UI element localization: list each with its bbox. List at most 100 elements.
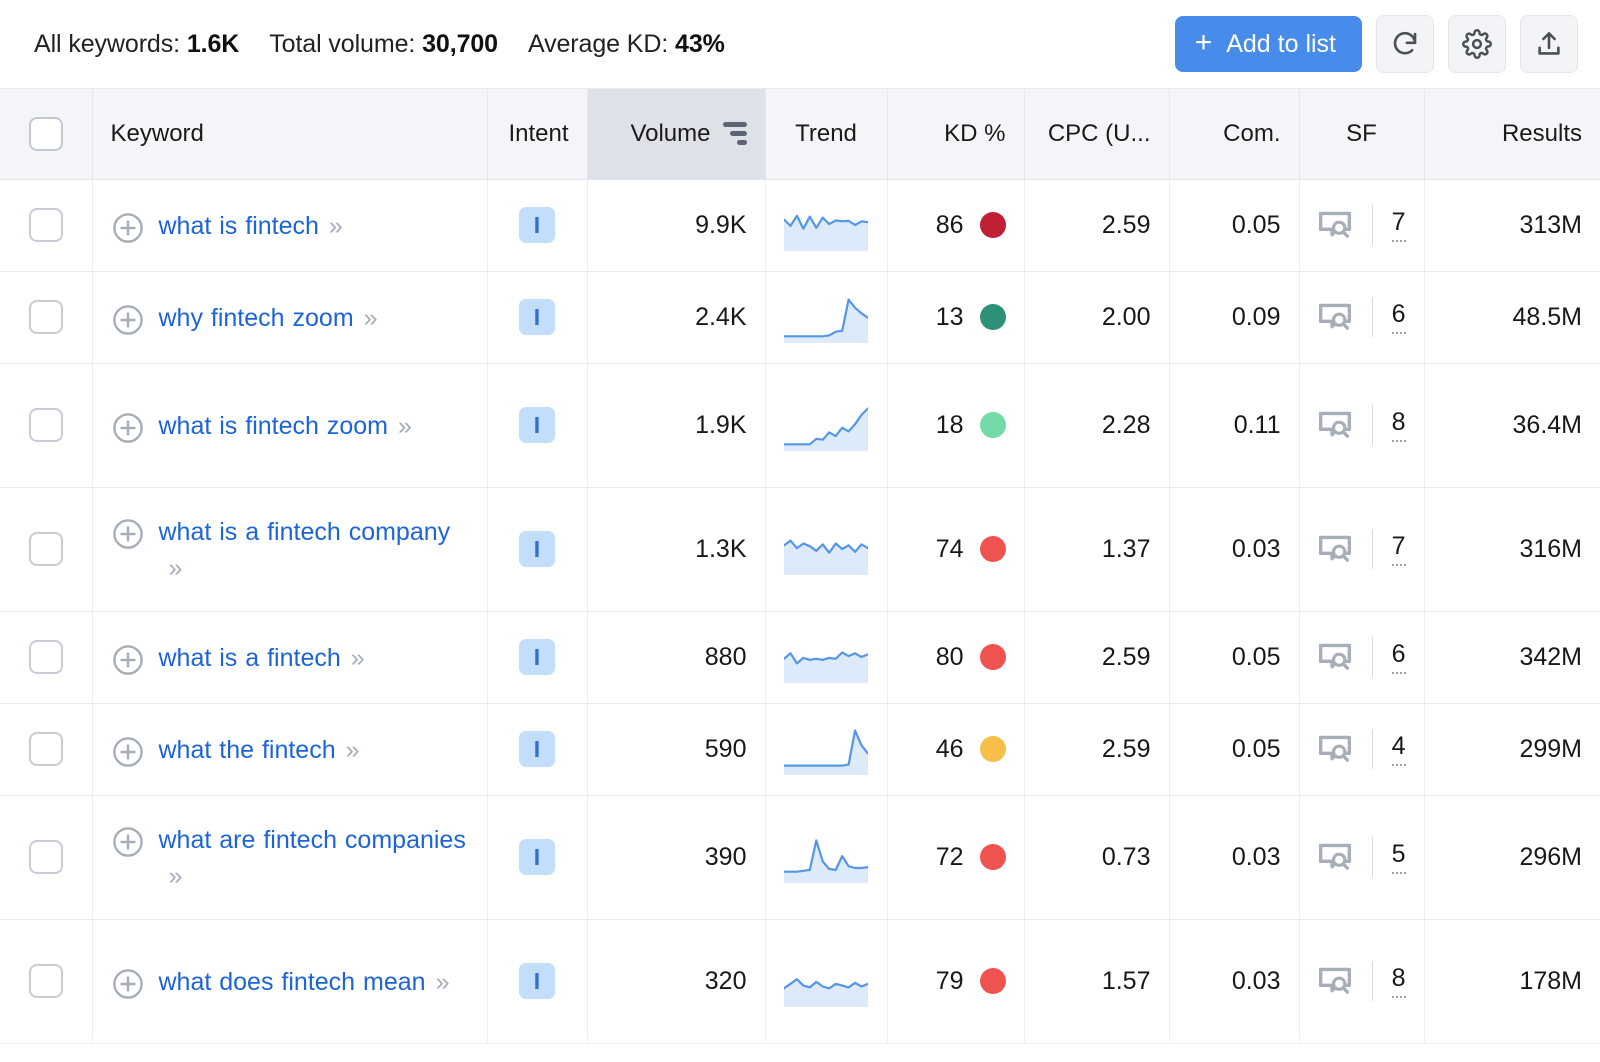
intent-badge[interactable]: I: [519, 963, 555, 999]
settings-button[interactable]: [1448, 15, 1506, 73]
add-keyword-icon[interactable]: [111, 643, 145, 677]
keyword-link[interactable]: what is a fintech company»: [159, 514, 469, 586]
intent-badge[interactable]: I: [519, 639, 555, 675]
keyword-expand-icon[interactable]: »: [329, 208, 343, 244]
summary-stats: All keywords: 1.6K Total volume: 30,700 …: [34, 30, 1175, 59]
table-row[interactable]: what is a fintech» I 880 80 2.59 0.05 6 342M: [0, 611, 1600, 704]
row-select-cell[interactable]: [0, 919, 93, 1044]
add-keyword-icon[interactable]: [111, 517, 145, 551]
sf-value[interactable]: 8: [1391, 408, 1406, 442]
intent-badge[interactable]: I: [519, 531, 555, 567]
column-header-cpc[interactable]: CPC (U...: [1024, 89, 1170, 180]
serp-features-icon[interactable]: [1318, 410, 1352, 440]
table-row[interactable]: why fintech zoom» I 2.4K 13 2.00 0.09 6 48.5M: [0, 271, 1600, 364]
keyword-expand-icon[interactable]: »: [346, 732, 360, 768]
keyword-cell: what is fintech»: [92, 179, 488, 272]
refresh-button[interactable]: [1376, 15, 1434, 73]
row-checkbox[interactable]: [28, 532, 63, 566]
intent-cell: I: [487, 487, 588, 612]
sf-value[interactable]: 4: [1391, 732, 1406, 766]
table-row[interactable]: what is fintech» I 9.9K 86 2.59 0.05 7 313M: [0, 179, 1600, 272]
serp-features-icon[interactable]: [1318, 642, 1352, 672]
row-checkbox[interactable]: [28, 964, 63, 998]
add-keyword-icon[interactable]: [111, 967, 145, 1001]
stat-total-volume-label: Total volume:: [269, 29, 416, 58]
row-select-cell[interactable]: [0, 611, 93, 704]
trend-cell: [765, 363, 888, 488]
row-select-cell[interactable]: [0, 487, 93, 612]
row-select-cell[interactable]: [0, 703, 93, 796]
table-body: what is fintech» I 9.9K 86 2.59 0.05 7 313M why …: [0, 179, 1600, 1044]
row-select-cell[interactable]: [0, 795, 93, 920]
serp-features-icon[interactable]: [1318, 210, 1352, 240]
column-header-intent[interactable]: Intent: [487, 89, 588, 180]
column-header-keyword[interactable]: Keyword: [92, 89, 488, 180]
keyword-link[interactable]: what is a fintech»: [159, 640, 365, 676]
row-checkbox[interactable]: [28, 208, 63, 242]
add-keyword-icon[interactable]: [111, 411, 145, 445]
keyword-expand-icon[interactable]: »: [364, 300, 378, 336]
column-header-volume[interactable]: Volume: [587, 89, 766, 180]
keywords-table-container[interactable]: Keyword Intent Volume Trend KD % CPC (U.…: [0, 88, 1600, 1062]
row-select-cell[interactable]: [0, 271, 93, 364]
keyword-expand-icon[interactable]: »: [169, 550, 183, 586]
keyword-expand-icon[interactable]: »: [436, 964, 450, 1000]
trend-sparkline: [784, 291, 869, 343]
column-header-trend[interactable]: Trend: [765, 89, 888, 180]
keyword-expand-icon[interactable]: »: [398, 408, 412, 444]
column-header-results[interactable]: Results: [1424, 89, 1600, 180]
keyword-link[interactable]: what is fintech zoom»: [159, 408, 412, 444]
intent-badge[interactable]: I: [519, 299, 555, 335]
column-header-com[interactable]: Com.: [1169, 89, 1300, 180]
keyword-link[interactable]: what does fintech mean»: [159, 964, 450, 1000]
sf-value[interactable]: 6: [1391, 640, 1406, 674]
table-row[interactable]: what are fintech companies» I 390 72 0.73 0.0…: [0, 795, 1600, 920]
keyword-link[interactable]: why fintech zoom»: [159, 300, 378, 336]
row-checkbox[interactable]: [28, 640, 63, 674]
row-checkbox[interactable]: [28, 840, 63, 874]
intent-badge[interactable]: I: [519, 207, 555, 243]
column-header-kd[interactable]: KD %: [887, 89, 1025, 180]
intent-badge[interactable]: I: [519, 839, 555, 875]
row-checkbox[interactable]: [28, 732, 63, 766]
intent-badge[interactable]: I: [519, 407, 555, 443]
keyword-link[interactable]: what are fintech companies»: [159, 822, 469, 894]
export-button[interactable]: [1520, 15, 1578, 73]
keyword-link[interactable]: what is fintech»: [159, 208, 343, 244]
keyword-cell: what is fintech zoom»: [92, 363, 488, 488]
intent-badge[interactable]: I: [519, 731, 555, 767]
sf-value[interactable]: 8: [1391, 964, 1406, 998]
table-row[interactable]: what does fintech mean» I 320 79 1.57 0.03 8 17…: [0, 919, 1600, 1044]
table-row[interactable]: what the fintech» I 590 46 2.59 0.05 4 299M: [0, 703, 1600, 796]
column-header-kd-label: KD %: [944, 119, 1006, 147]
serp-features-icon[interactable]: [1318, 966, 1352, 996]
serp-features-icon[interactable]: [1318, 734, 1352, 764]
add-keyword-icon[interactable]: [111, 211, 145, 245]
table-row[interactable]: what is fintech zoom» I 1.9K 18 2.28 0.11 8 36.…: [0, 363, 1600, 488]
add-to-list-button[interactable]: + Add to list: [1174, 16, 1362, 72]
add-keyword-icon[interactable]: [111, 303, 145, 337]
serp-features-icon[interactable]: [1318, 534, 1352, 564]
sf-value[interactable]: 5: [1391, 840, 1406, 874]
sf-value[interactable]: 7: [1391, 532, 1406, 566]
row-checkbox[interactable]: [28, 300, 63, 334]
column-header-sf[interactable]: SF: [1299, 89, 1425, 180]
keyword-expand-icon[interactable]: »: [351, 640, 365, 676]
table-row[interactable]: what is a fintech company» I 1.3K 74 1.37 0.0…: [0, 487, 1600, 612]
sf-value[interactable]: 6: [1391, 300, 1406, 334]
add-keyword-icon[interactable]: [111, 825, 145, 859]
kd-value: 86: [935, 210, 964, 239]
keyword-expand-icon[interactable]: »: [169, 858, 183, 894]
column-header-select-all[interactable]: [0, 89, 93, 180]
row-checkbox[interactable]: [28, 408, 63, 442]
serp-features-icon[interactable]: [1318, 842, 1352, 872]
keyword-link[interactable]: what the fintech»: [159, 732, 360, 768]
select-all-checkbox[interactable]: [28, 116, 63, 151]
column-header-cpc-label: CPC (U...: [1047, 119, 1151, 147]
row-select-cell[interactable]: [0, 179, 93, 272]
table-header-row: Keyword Intent Volume Trend KD % CPC (U.…: [0, 89, 1600, 180]
serp-features-icon[interactable]: [1318, 302, 1352, 332]
row-select-cell[interactable]: [0, 363, 93, 488]
sf-value[interactable]: 7: [1391, 208, 1406, 242]
add-keyword-icon[interactable]: [111, 735, 145, 769]
